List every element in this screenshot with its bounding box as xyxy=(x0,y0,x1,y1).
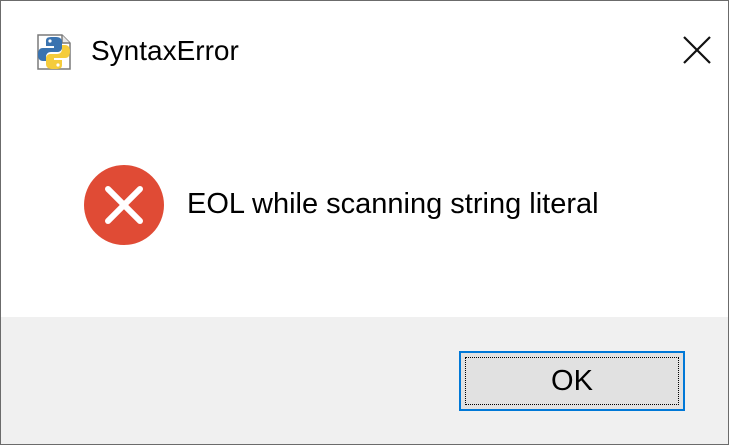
close-button[interactable] xyxy=(669,25,725,75)
ok-button-label: OK xyxy=(551,365,593,397)
ok-button[interactable]: OK xyxy=(459,351,685,411)
message-area: EOL while scanning string literal xyxy=(1,99,728,317)
window-title: SyntaxError xyxy=(91,35,239,66)
error-message: EOL while scanning string literal xyxy=(187,188,599,220)
button-bar: OK xyxy=(1,317,728,444)
error-icon xyxy=(83,164,165,246)
close-icon xyxy=(683,36,711,64)
error-dialog: SyntaxError EOL while scanning string li… xyxy=(0,0,729,445)
title-bar[interactable]: SyntaxError xyxy=(1,1,728,99)
python-icon xyxy=(34,29,78,73)
